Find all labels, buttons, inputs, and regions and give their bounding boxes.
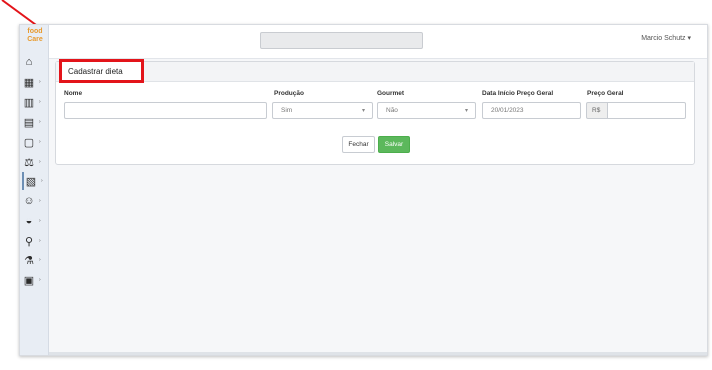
data-inicio-label: Data Início Preço Geral [482, 90, 554, 97]
clipboard-icon: ▢ [23, 136, 35, 149]
chevron-right-icon: › [39, 238, 41, 244]
sidebar-item-clipboard[interactable]: ▢ › [22, 133, 48, 151]
app-window: food Care ⌂ ▦ › ▥ › ▤ › ▢ › ⚖ › ▧ › ☺ › ◒ › ⚲ › ⚗… [19, 24, 708, 356]
panel-header [56, 62, 694, 82]
chart-icon: ▥ [23, 96, 35, 109]
page-title: Cadastrar dieta [68, 67, 123, 76]
nome-label: Nome [64, 90, 83, 97]
chevron-right-icon: › [39, 257, 41, 263]
close-button[interactable]: Fechar [342, 136, 375, 153]
chevron-right-icon: › [39, 277, 41, 283]
chevron-right-icon: › [39, 99, 41, 105]
sidebar-item-scale[interactable]: ⚖ › [22, 153, 48, 171]
sidebar-item-diet[interactable]: ▧ › [22, 172, 48, 190]
chevron-right-icon: › [39, 198, 41, 204]
diet-icon: ▧ [25, 175, 37, 188]
truck-icon: ▣ [23, 274, 35, 287]
grid-icon: ▦ [23, 76, 35, 89]
currency-prefix: R$ [586, 102, 608, 119]
home-icon: ⌂ [25, 56, 33, 68]
bowl-icon: ◒ [25, 215, 33, 227]
sidebar-item-truck[interactable]: ▣ › [22, 271, 48, 289]
chevron-right-icon: › [41, 178, 43, 184]
logo-text-top: food [27, 28, 43, 35]
book-icon: ▤ [23, 116, 35, 129]
producao-value: Sim [281, 107, 293, 114]
gourmet-value: Não [386, 107, 398, 114]
producao-label: Produção [274, 90, 304, 97]
logo-text-bottom: Care [27, 36, 43, 43]
chevron-down-icon: ▾ [464, 108, 468, 114]
sidebar-item-grid[interactable]: ▦ › [22, 73, 48, 91]
people-icon: ☺ [23, 195, 35, 207]
highlighted-title-box: Cadastrar dieta [59, 59, 144, 83]
save-button[interactable]: Salvar [378, 136, 410, 153]
gourmet-label: Gourmet [377, 90, 405, 97]
app-logo[interactable]: food Care [23, 28, 47, 48]
gourmet-select[interactable]: Não ▾ [377, 102, 476, 119]
top-search-box[interactable] [260, 32, 423, 49]
sidebar-item-book[interactable]: ▤ › [22, 113, 48, 131]
chevron-down-icon: ▾ [361, 108, 365, 114]
sidebar-item-thermometer[interactable]: ⚲ › [22, 232, 48, 250]
sidebar-item-home[interactable]: ⌂ [22, 53, 48, 71]
preco-geral-label: Preço Geral [587, 90, 624, 97]
chevron-right-icon: › [39, 159, 41, 165]
diet-form-panel: Cadastrar dieta Nome Produção Sim ▾ Gour… [55, 59, 695, 165]
chevron-right-icon: › [39, 119, 41, 125]
top-bar: Marcio Schutz ▾ [49, 25, 707, 59]
sidebar: food Care ⌂ ▦ › ▥ › ▤ › ▢ › ⚖ › ▧ › ☺ › ◒ › ⚲ › ⚗… [20, 25, 49, 355]
chevron-right-icon: › [39, 218, 41, 224]
sidebar-item-bowl[interactable]: ◒ › [22, 212, 48, 230]
preco-geral-input[interactable] [607, 102, 686, 119]
user-menu[interactable]: Marcio Schutz ▾ [641, 34, 691, 42]
sidebar-item-flask[interactable]: ⚗ › [22, 251, 48, 269]
nome-input[interactable] [64, 102, 267, 119]
producao-select[interactable]: Sim ▾ [272, 102, 373, 119]
bottom-scrollbar[interactable] [49, 352, 707, 355]
sidebar-item-people[interactable]: ☺ › [22, 192, 48, 210]
thermometer-icon: ⚲ [24, 235, 34, 248]
scale-icon: ⚖ [24, 156, 34, 169]
data-inicio-input[interactable]: 20/01/2023 [482, 102, 581, 119]
chevron-right-icon: › [39, 139, 41, 145]
chevron-right-icon: › [39, 79, 41, 85]
flask-icon: ⚗ [24, 254, 34, 267]
sidebar-item-chart[interactable]: ▥ › [22, 93, 48, 111]
